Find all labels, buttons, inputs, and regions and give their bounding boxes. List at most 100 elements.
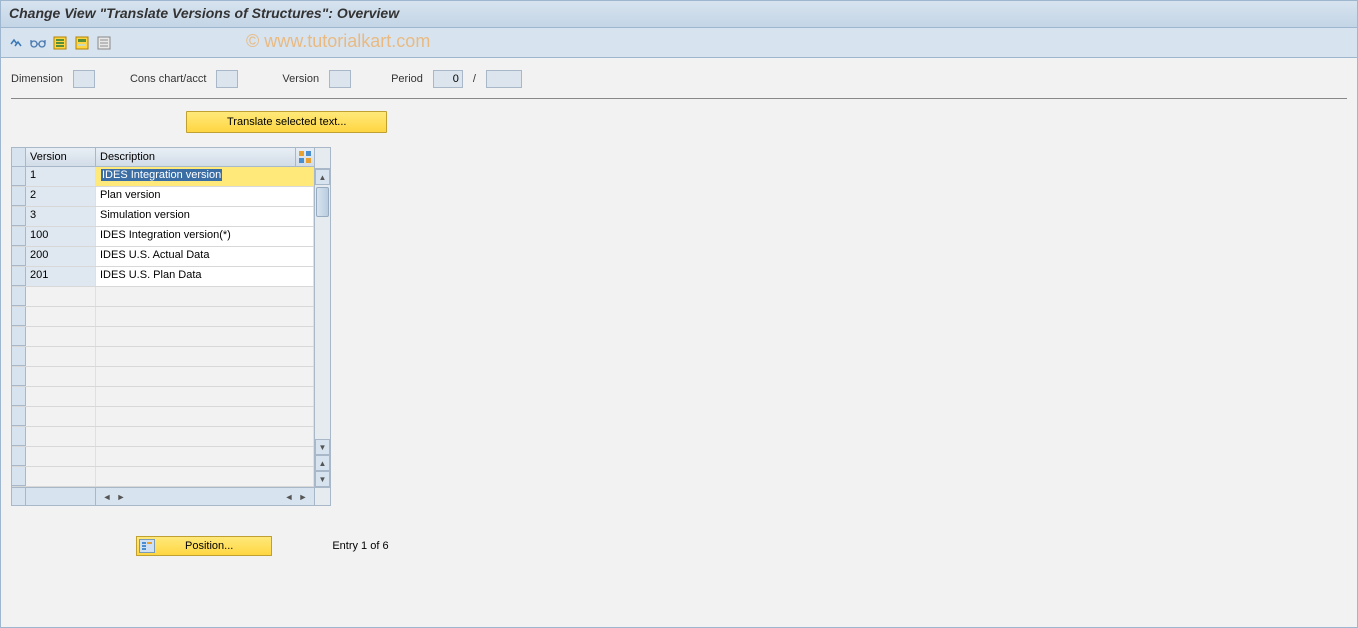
row-marker: [12, 427, 26, 446]
row-marker[interactable]: [12, 267, 26, 286]
table-row-empty: [12, 367, 314, 387]
table-row[interactable]: 3Simulation version: [12, 207, 314, 227]
row-marker: [12, 447, 26, 466]
hscroll-left-icon[interactable]: ◄: [100, 490, 114, 504]
horizontal-scroll: ◄ ► ◄ ►: [12, 487, 314, 505]
translate-button-row: Translate selected text...: [11, 111, 1347, 133]
row-marker: [12, 407, 26, 426]
cell-version[interactable]: 2: [26, 187, 96, 206]
cell-version[interactable]: 201: [26, 267, 96, 286]
table-row-empty: [12, 387, 314, 407]
cell-description: [96, 407, 314, 426]
row-marker: [12, 467, 26, 486]
header-version[interactable]: Version: [26, 148, 96, 166]
vertical-scrollbar[interactable]: ▲ ▼ ▲ ▼: [314, 148, 330, 505]
row-marker: [12, 347, 26, 366]
entry-count-label: Entry 1 of 6: [332, 540, 388, 552]
cell-description: [96, 347, 314, 366]
row-marker[interactable]: [12, 167, 26, 186]
table-row-empty: [12, 467, 314, 487]
versions-table: Version Description 1IDES Integration ve…: [11, 147, 331, 506]
period-input[interactable]: [433, 70, 463, 88]
row-marker: [12, 287, 26, 306]
table-row-empty: [12, 447, 314, 467]
dimension-label: Dimension: [11, 73, 63, 85]
table-row-empty: [12, 407, 314, 427]
table-config-icon[interactable]: [296, 148, 314, 166]
table-header: Version Description: [12, 148, 314, 167]
cell-version: [26, 407, 96, 426]
cell-version: [26, 347, 96, 366]
cell-description: [96, 287, 314, 306]
translate-selected-button[interactable]: Translate selected text...: [186, 111, 387, 133]
cell-version: [26, 427, 96, 446]
cell-version: [26, 367, 96, 386]
cell-version: [26, 327, 96, 346]
cell-description: [96, 427, 314, 446]
row-marker: [12, 387, 26, 406]
glasses-icon[interactable]: [29, 34, 47, 52]
table-row[interactable]: 1IDES Integration version: [12, 167, 314, 187]
row-marker[interactable]: [12, 187, 26, 206]
cell-version: [26, 387, 96, 406]
row-marker: [12, 307, 26, 326]
cell-version[interactable]: 1: [26, 167, 96, 186]
cell-description: [96, 367, 314, 386]
position-button[interactable]: Position...: [136, 536, 272, 556]
cons-chart-input[interactable]: [216, 70, 238, 88]
table-row-empty: [12, 287, 314, 307]
table-row-empty: [12, 307, 314, 327]
cell-description[interactable]: Simulation version: [96, 207, 314, 226]
cell-version: [26, 307, 96, 326]
cell-description[interactable]: IDES U.S. Plan Data: [96, 267, 314, 286]
cell-description: [96, 387, 314, 406]
hscroll-right-end-icon[interactable]: ►: [296, 490, 310, 504]
row-marker[interactable]: [12, 207, 26, 226]
row-marker: [12, 367, 26, 386]
cons-chart-label: Cons chart/acct: [130, 73, 206, 85]
dimension-input[interactable]: [73, 70, 95, 88]
cell-version[interactable]: 100: [26, 227, 96, 246]
table-row-empty: [12, 427, 314, 447]
cell-description[interactable]: IDES Integration version: [96, 167, 314, 186]
deselect-all-icon[interactable]: [95, 34, 113, 52]
title-bar: Change View "Translate Versions of Struc…: [0, 0, 1358, 28]
cell-description: [96, 447, 314, 466]
table-row[interactable]: 201IDES U.S. Plan Data: [12, 267, 314, 287]
cell-description[interactable]: IDES Integration version(*): [96, 227, 314, 246]
table-marker-header[interactable]: [12, 148, 26, 166]
row-marker[interactable]: [12, 227, 26, 246]
row-marker[interactable]: [12, 247, 26, 266]
content-area: Dimension Cons chart/acct Version Period…: [0, 58, 1358, 628]
scroll-up-icon[interactable]: ▲: [315, 169, 330, 185]
table-row-empty: [12, 327, 314, 347]
period-separator: /: [473, 73, 476, 85]
scroll-page-up-icon[interactable]: ▲: [315, 455, 330, 471]
table-row[interactable]: 100IDES Integration version(*): [12, 227, 314, 247]
scroll-page-down-icon[interactable]: ▼: [315, 471, 330, 487]
version-input[interactable]: [329, 70, 351, 88]
select-all-icon[interactable]: [51, 34, 69, 52]
table-row[interactable]: 200IDES U.S. Actual Data: [12, 247, 314, 267]
scroll-down-icon[interactable]: ▼: [315, 439, 330, 455]
position-row: Position... Entry 1 of 6: [11, 536, 1347, 556]
cell-description[interactable]: IDES U.S. Actual Data: [96, 247, 314, 266]
scroll-thumb[interactable]: [316, 187, 329, 217]
period-year-input[interactable]: [486, 70, 522, 88]
scroll-track[interactable]: [315, 185, 330, 439]
hscroll-left-end-icon[interactable]: ◄: [282, 490, 296, 504]
table-row[interactable]: 2Plan version: [12, 187, 314, 207]
cell-version: [26, 467, 96, 486]
cell-version[interactable]: 200: [26, 247, 96, 266]
watermark: © www.tutorialkart.com: [246, 31, 430, 52]
header-description[interactable]: Description: [96, 148, 296, 166]
table-row-empty: [12, 347, 314, 367]
toggle-icon[interactable]: [7, 34, 25, 52]
hscroll-right-icon[interactable]: ►: [114, 490, 128, 504]
select-block-icon[interactable]: [73, 34, 91, 52]
page-title: Change View "Translate Versions of Struc…: [9, 5, 399, 21]
hscroll-marker: [12, 488, 26, 506]
period-label: Period: [391, 73, 423, 85]
cell-version[interactable]: 3: [26, 207, 96, 226]
cell-description[interactable]: Plan version: [96, 187, 314, 206]
